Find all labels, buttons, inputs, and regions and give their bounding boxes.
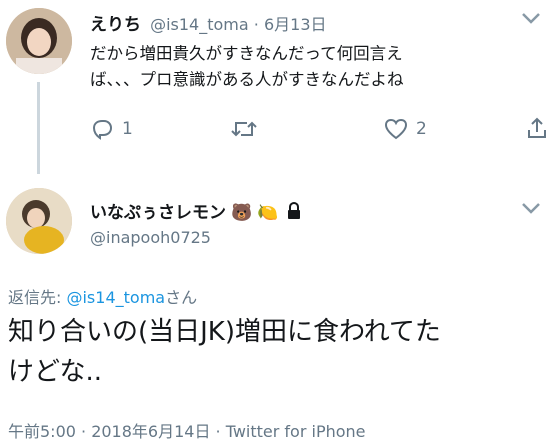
reply-icon bbox=[92, 120, 113, 140]
tweet-date[interactable]: 6月13日 bbox=[264, 15, 327, 34]
text-line: 知り合いの(当日JK)増田に食われてた bbox=[8, 317, 441, 347]
tweet-timestamp[interactable]: 午前5:00 · 2018年6月14日 · Twitter for iPhone bbox=[8, 418, 366, 442]
thread-line bbox=[37, 82, 40, 174]
main-tweet-header: いなぷぅさレモン 🐻 🍋 bbox=[90, 198, 302, 224]
text-line: ば、、、プロ意識がある人がすきなんだよね bbox=[90, 70, 404, 89]
chevron-down-icon[interactable] bbox=[520, 200, 542, 220]
reply-to-label: 返信先: bbox=[8, 288, 67, 307]
share-icon bbox=[528, 117, 546, 138]
reply-button[interactable]: 1 bbox=[90, 118, 133, 140]
parent-tweet-header: えりち @is14_toma · 6月13日 bbox=[90, 10, 327, 35]
reply-count: 1 bbox=[122, 119, 133, 139]
reply-mention-link[interactable]: @is14_toma bbox=[66, 288, 165, 307]
user-handle[interactable]: @is14_toma bbox=[150, 15, 249, 34]
avatar[interactable] bbox=[6, 188, 72, 254]
display-name[interactable]: いなぷぅさレモン bbox=[90, 203, 226, 223]
lock-icon bbox=[286, 201, 302, 224]
retweet-button[interactable] bbox=[230, 118, 258, 140]
parent-tweet-text: だから増田貴久がすきなんだって何回言え ば、、、プロ意識がある人がすきなんだよね bbox=[90, 41, 550, 93]
retweet-icon bbox=[231, 121, 257, 137]
separator: · bbox=[253, 15, 259, 34]
text-line: だから増田貴久がすきなんだって何回言え bbox=[90, 44, 403, 63]
like-button[interactable]: 2 bbox=[384, 118, 427, 140]
user-handle[interactable]: @inapooh0725 bbox=[90, 228, 211, 247]
share-button[interactable] bbox=[526, 116, 548, 140]
main-tweet-text: 知り合いの(当日JK)増田に食われてた けどな.. bbox=[8, 312, 556, 392]
text-line: けどな.. bbox=[8, 357, 103, 387]
chevron-down-icon[interactable] bbox=[520, 10, 542, 30]
lemon-emoji: 🍋 bbox=[257, 203, 279, 223]
bear-emoji: 🐻 bbox=[231, 203, 253, 223]
like-count: 2 bbox=[416, 119, 427, 139]
heart-icon bbox=[384, 118, 408, 140]
reply-suffix: さん bbox=[165, 288, 198, 307]
reply-to-line: 返信先: @is14_tomaさん bbox=[8, 284, 197, 308]
display-name[interactable]: えりち bbox=[90, 15, 141, 35]
avatar[interactable] bbox=[6, 8, 72, 74]
